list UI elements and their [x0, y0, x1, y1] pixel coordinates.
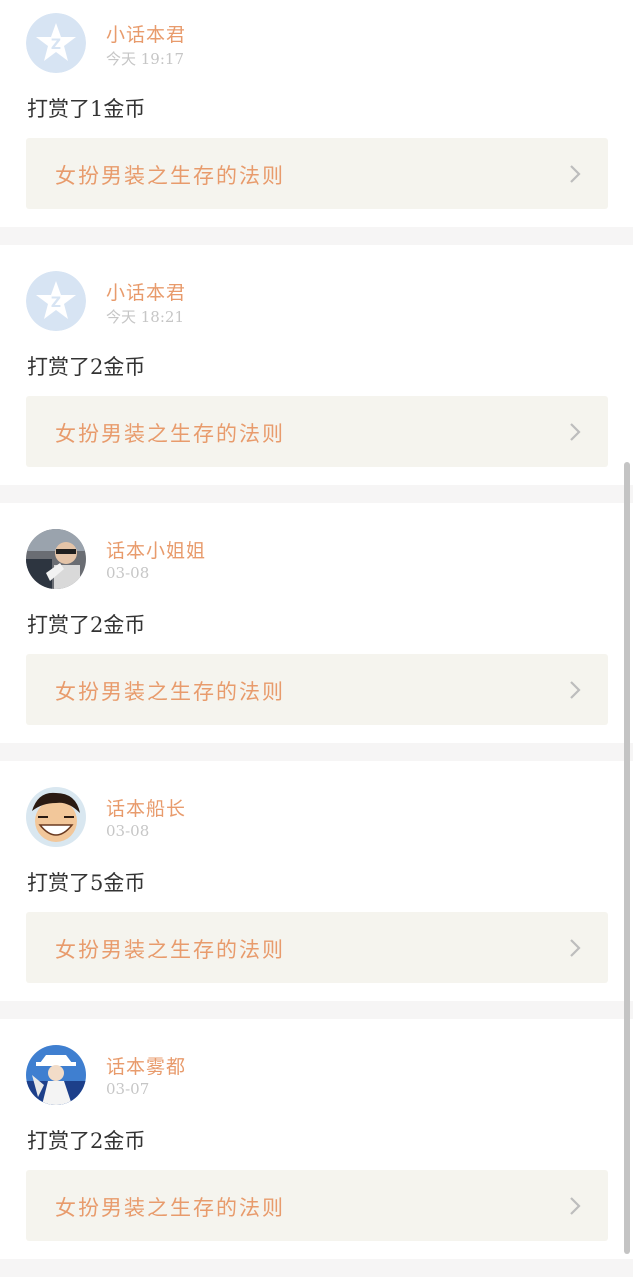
chevron-right-icon	[570, 423, 581, 441]
qq-default-avatar-icon: Z	[26, 271, 86, 331]
list-item: 话本船长 03-08 打赏了5金币 女扮男装之生存的法则	[0, 761, 633, 1001]
chevron-right-icon	[570, 681, 581, 699]
svg-text:Z: Z	[51, 37, 61, 53]
avatar[interactable]: Z	[26, 13, 86, 73]
username[interactable]: 话本雾都	[106, 1052, 186, 1079]
avatar[interactable]	[26, 1045, 86, 1105]
photo-avatar-icon	[26, 529, 86, 589]
chevron-right-icon	[570, 165, 581, 183]
reward-text: 打赏了5金币	[27, 871, 146, 895]
reward-text: 打赏了2金币	[27, 355, 146, 379]
list-item: Z 小话本君 今天 18:21 打赏了2金币 女扮男装之生存的法则	[0, 245, 633, 485]
reward-text: 打赏了2金币	[27, 613, 146, 637]
list-item: 话本小姐姐 03-08 打赏了2金币 女扮男装之生存的法则	[0, 503, 633, 743]
book-link-button[interactable]: 女扮男装之生存的法则	[26, 138, 608, 209]
chevron-right-icon	[570, 1197, 581, 1215]
reward-text: 打赏了2金币	[27, 1129, 146, 1153]
luffy-avatar-icon	[26, 787, 86, 847]
avatar[interactable]	[26, 787, 86, 847]
username[interactable]: 小话本君	[106, 20, 186, 47]
book-title: 女扮男装之生存的法则	[55, 680, 285, 704]
reward-text: 打赏了1金币	[27, 97, 146, 121]
avatar[interactable]	[26, 529, 86, 589]
kid-avatar-icon	[26, 1045, 86, 1105]
book-link-button[interactable]: 女扮男装之生存的法则	[26, 1170, 608, 1241]
scrollbar[interactable]	[624, 462, 630, 1254]
book-link-button[interactable]: 女扮男装之生存的法则	[26, 396, 608, 467]
timestamp: 今天 19:17	[106, 50, 184, 68]
timestamp: 今天 18:21	[106, 308, 184, 326]
timestamp: 03-08	[106, 564, 150, 582]
list-item: 话本雾都 03-07 打赏了2金币 女扮男装之生存的法则	[0, 1019, 633, 1259]
book-link-button[interactable]: 女扮男装之生存的法则	[26, 912, 608, 983]
username[interactable]: 话本小姐姐	[106, 536, 206, 563]
avatar[interactable]: Z	[26, 271, 86, 331]
svg-text:Z: Z	[51, 295, 61, 311]
qq-default-avatar-icon: Z	[26, 13, 86, 73]
list-item: Z 小话本君 今天 19:17 打赏了1金币 女扮男装之生存的法则	[0, 0, 633, 227]
chevron-right-icon	[570, 939, 581, 957]
book-title: 女扮男装之生存的法则	[55, 422, 285, 446]
book-title: 女扮男装之生存的法则	[55, 164, 285, 188]
username[interactable]: 话本船长	[106, 794, 186, 821]
timestamp: 03-08	[106, 822, 150, 840]
book-title: 女扮男装之生存的法则	[55, 1196, 285, 1220]
timestamp: 03-07	[106, 1080, 150, 1098]
reward-feed: Z 小话本君 今天 19:17 打赏了1金币 女扮男装之生存的法则 Z 小话本君…	[0, 0, 633, 1277]
book-title: 女扮男装之生存的法则	[55, 938, 285, 962]
username[interactable]: 小话本君	[106, 278, 186, 305]
book-link-button[interactable]: 女扮男装之生存的法则	[26, 654, 608, 725]
